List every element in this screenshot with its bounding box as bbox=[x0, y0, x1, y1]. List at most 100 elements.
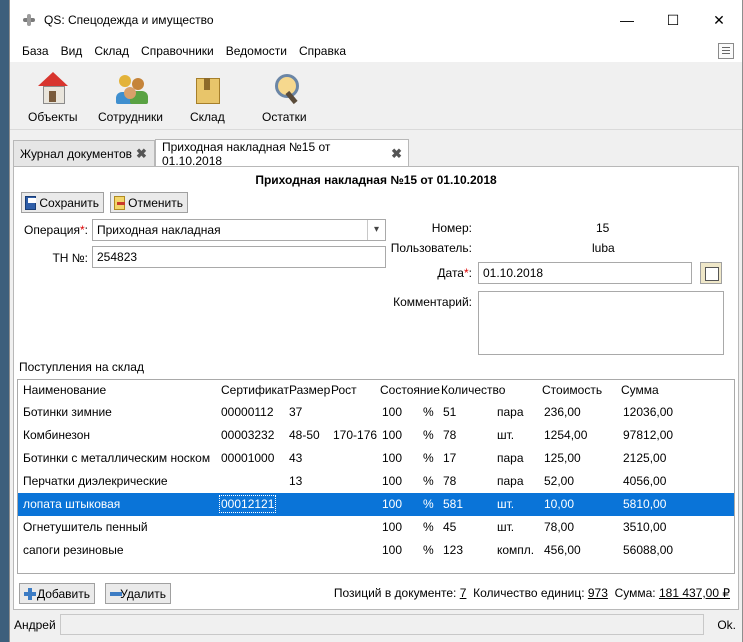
cell-sum[interactable]: 56088,00 bbox=[623, 543, 673, 557]
cell-name[interactable]: сапоги резиновые bbox=[23, 543, 124, 557]
menu-spravka[interactable]: Справка bbox=[293, 40, 352, 62]
cell-sum[interactable]: 2125,00 bbox=[623, 451, 666, 465]
table-row[interactable]: Огнетушитель пенный 100% 45 шт. 78,00 3510,00 bbox=[18, 516, 734, 539]
cell-qty[interactable]: 51 bbox=[443, 405, 456, 419]
table-row[interactable]: Перчатки диэлекрические 13 100% 78 пара 52,00… bbox=[18, 470, 734, 493]
cancel-button[interactable]: Отменить bbox=[110, 192, 188, 213]
cell-price[interactable]: 125,00 bbox=[544, 451, 581, 465]
cell-price[interactable]: 456,00 bbox=[544, 543, 581, 557]
cell-price[interactable]: 10,00 bbox=[544, 497, 574, 511]
toolbar-stock-button[interactable]: Остатки bbox=[262, 72, 307, 124]
operation-select[interactable]: Приходная накладная ▾ bbox=[92, 219, 386, 241]
cell-state[interactable]: 100 bbox=[382, 405, 402, 419]
table-row[interactable]: Ботинки зимние 00000112 37 100% 51 пара 236,00… bbox=[18, 401, 734, 424]
comment-field[interactable] bbox=[478, 291, 724, 355]
cell-unit[interactable]: компл. bbox=[497, 543, 534, 557]
tab-invoice[interactable]: Приходная накладная №15 от 01.10.2018 ✖ bbox=[155, 139, 409, 168]
cell-pct[interactable]: % bbox=[423, 543, 434, 557]
cell-cert[interactable]: 00003232 bbox=[221, 428, 274, 442]
cell-pct[interactable]: % bbox=[423, 474, 434, 488]
delete-button[interactable]: Удалить bbox=[105, 583, 171, 604]
menu-vedomosti[interactable]: Ведомости bbox=[220, 40, 293, 62]
table-row[interactable]: Комбинезон 00003232 48-50 170-176 100% 78 шт. 1… bbox=[18, 424, 734, 447]
col-name-header[interactable]: Наименование bbox=[23, 383, 106, 397]
tn-field[interactable]: 254823 bbox=[92, 246, 386, 268]
cell-name[interactable]: лопата штыковая bbox=[23, 497, 120, 511]
cell-size[interactable]: 43 bbox=[289, 451, 302, 465]
close-icon[interactable]: ✖ bbox=[136, 146, 147, 162]
calendar-icon[interactable] bbox=[700, 262, 722, 284]
cell-qty[interactable]: 17 bbox=[443, 451, 456, 465]
menu-baza[interactable]: База bbox=[16, 40, 55, 62]
cell-price[interactable]: 78,00 bbox=[544, 520, 574, 534]
cell-name[interactable]: Ботинки зимние bbox=[23, 405, 112, 419]
cell-size[interactable]: 37 bbox=[289, 405, 302, 419]
cell-qty[interactable]: 78 bbox=[443, 428, 456, 442]
cell-state[interactable]: 100 bbox=[382, 520, 402, 534]
toolbar-employees-button[interactable]: Сотрудники bbox=[98, 72, 163, 124]
menu-spravochniki[interactable]: Справочники bbox=[135, 40, 220, 62]
cell-size[interactable]: 13 bbox=[289, 474, 302, 488]
cell-state[interactable]: 100 bbox=[382, 497, 402, 511]
cell-name[interactable]: Перчатки диэлекрические bbox=[23, 474, 168, 488]
col-cert-header[interactable]: Сертификат bbox=[221, 383, 289, 397]
cell-qty[interactable]: 581 bbox=[443, 497, 463, 511]
cell-qty[interactable]: 123 bbox=[443, 543, 463, 557]
minimize-button[interactable]: — bbox=[604, 0, 650, 40]
cell-price[interactable]: 1254,00 bbox=[544, 428, 587, 442]
cell-unit[interactable]: пара bbox=[497, 451, 524, 465]
menu-sklad[interactable]: Склад bbox=[88, 40, 135, 62]
cell-height[interactable]: 170-176 bbox=[333, 428, 377, 442]
cell-pct[interactable]: % bbox=[423, 520, 434, 534]
save-button[interactable]: Сохранить bbox=[21, 192, 104, 213]
cell-pct[interactable]: % bbox=[423, 451, 434, 465]
tab-journal[interactable]: Журнал документов ✖ bbox=[13, 140, 155, 166]
cell-unit[interactable]: шт. bbox=[497, 497, 514, 511]
cell-state[interactable]: 100 bbox=[382, 543, 402, 557]
col-sum-header[interactable]: Сумма bbox=[621, 383, 659, 397]
cell-cert[interactable]: 00012121 bbox=[219, 495, 277, 513]
cell-cert[interactable]: 00000112 bbox=[221, 405, 274, 419]
cell-unit[interactable]: шт. bbox=[497, 428, 514, 442]
add-button[interactable]: Добавить bbox=[19, 583, 95, 604]
cell-qty[interactable]: 78 bbox=[443, 474, 456, 488]
cell-cert[interactable]: 00001000 bbox=[221, 451, 274, 465]
cell-sum[interactable]: 4056,00 bbox=[623, 474, 666, 488]
close-button[interactable]: ✕ bbox=[696, 0, 742, 40]
col-height-header[interactable]: Рост bbox=[331, 383, 357, 397]
cell-name[interactable]: Комбинезон bbox=[23, 428, 90, 442]
cell-state[interactable]: 100 bbox=[382, 474, 402, 488]
col-state-header[interactable]: Состояние bbox=[380, 383, 440, 397]
cell-size[interactable]: 48-50 bbox=[289, 428, 320, 442]
cell-sum[interactable]: 5810,00 bbox=[623, 497, 666, 511]
cell-state[interactable]: 100 bbox=[382, 428, 402, 442]
close-icon[interactable]: ✖ bbox=[391, 146, 402, 162]
cell-pct[interactable]: % bbox=[423, 497, 434, 511]
toolbar-objects-button[interactable]: Объекты bbox=[28, 72, 78, 124]
menu-vid[interactable]: Вид bbox=[55, 40, 89, 62]
cell-sum[interactable]: 3510,00 bbox=[623, 520, 666, 534]
cell-name[interactable]: Огнетушитель пенный bbox=[23, 520, 148, 534]
col-qty-header[interactable]: Количество bbox=[441, 383, 505, 397]
cell-pct[interactable]: % bbox=[423, 405, 434, 419]
cell-price[interactable]: 52,00 bbox=[544, 474, 574, 488]
cell-state[interactable]: 100 bbox=[382, 451, 402, 465]
table-row[interactable]: сапоги резиновые 100% 123 компл. 456,00 56088… bbox=[18, 539, 734, 562]
col-price-header[interactable]: Стоимость bbox=[542, 383, 602, 397]
table-row[interactable]: лопата штыковая 00012121 100% 581 шт. 10,00 58… bbox=[18, 493, 734, 516]
date-field[interactable]: 01.10.2018 bbox=[478, 262, 692, 284]
table-row[interactable]: Ботинки с металлическим носком 00001000 43… bbox=[18, 447, 734, 470]
maximize-button[interactable]: ☐ bbox=[650, 0, 696, 40]
mdi-menu-icon[interactable] bbox=[718, 43, 734, 59]
cell-sum[interactable]: 97812,00 bbox=[623, 428, 673, 442]
toolbar-warehouse-button[interactable]: Склад bbox=[190, 72, 225, 124]
cell-price[interactable]: 236,00 bbox=[544, 405, 581, 419]
col-size-header[interactable]: Размер bbox=[289, 383, 330, 397]
cell-unit[interactable]: пара bbox=[497, 405, 524, 419]
cell-unit[interactable]: пара bbox=[497, 474, 524, 488]
cell-pct[interactable]: % bbox=[423, 428, 434, 442]
cell-qty[interactable]: 45 bbox=[443, 520, 456, 534]
cell-unit[interactable]: шт. bbox=[497, 520, 514, 534]
cell-sum[interactable]: 12036,00 bbox=[623, 405, 673, 419]
cell-name[interactable]: Ботинки с металлическим носком bbox=[23, 451, 210, 465]
